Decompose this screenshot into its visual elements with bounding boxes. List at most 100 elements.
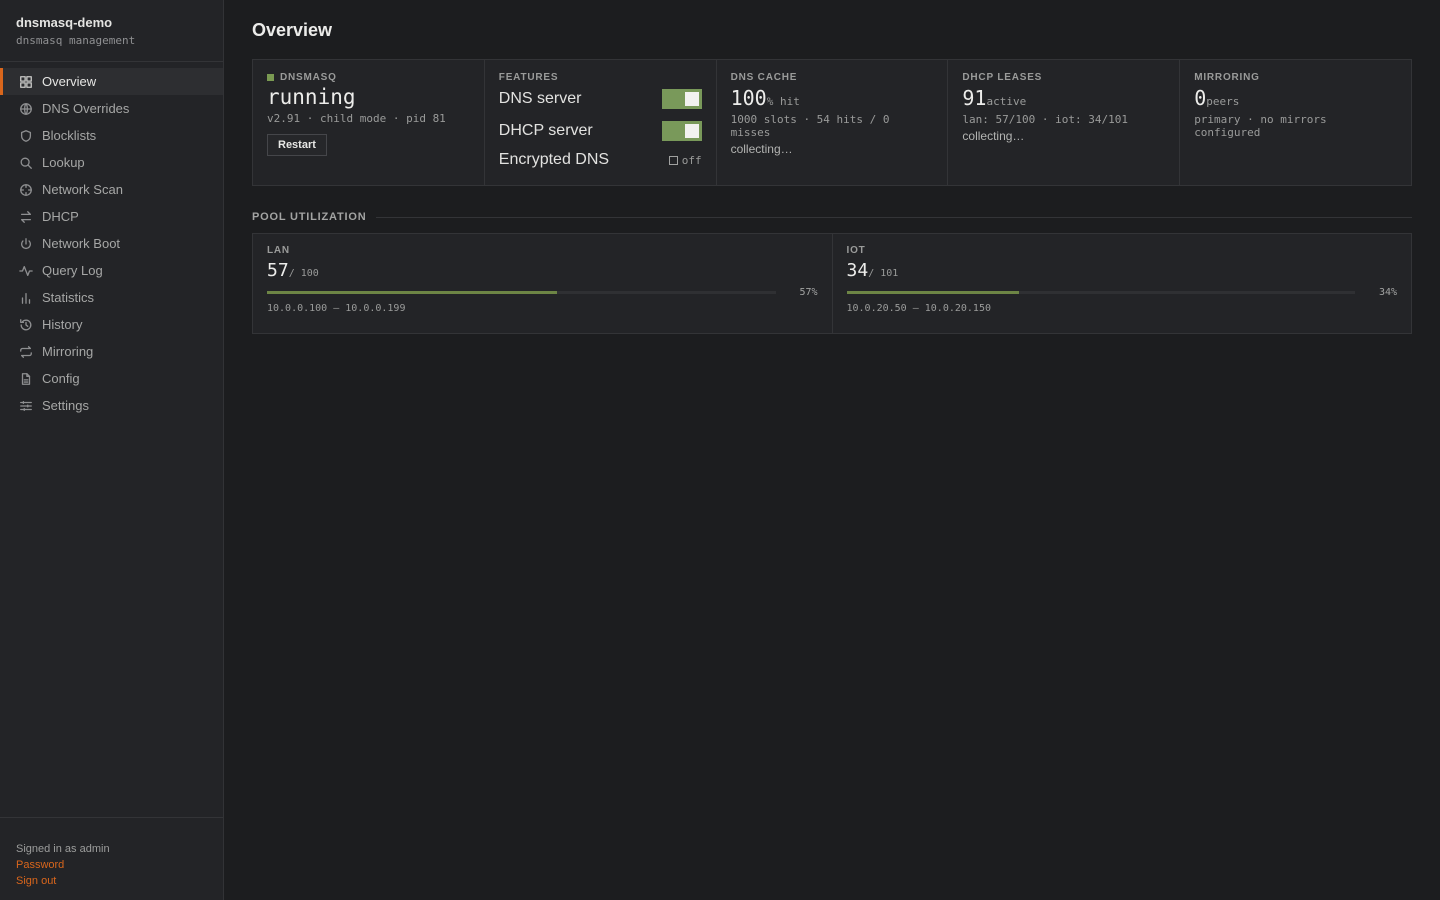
sidebar-item-overview[interactable]: Overview — [0, 68, 223, 95]
dns-cache-value: 100 — [730, 86, 767, 110]
pool-percent: 57% — [799, 286, 818, 298]
sidebar-item-label: Lookup — [42, 155, 85, 170]
sidebar-item-config[interactable]: Config — [0, 365, 223, 392]
pool-progress-bar — [267, 290, 776, 294]
shield-icon — [18, 128, 34, 144]
feature-label: DHCP server — [498, 122, 593, 139]
feature-dns-server: DNS server — [499, 86, 702, 112]
brand-name: dnsmasq-demo — [16, 15, 113, 30]
pool-bar-row: 57% — [267, 285, 818, 299]
toggle-state-label: off — [681, 153, 702, 167]
pool-bar-row: 34% — [846, 285, 1397, 299]
pool-used: 57 — [267, 260, 289, 281]
signed-in-text: Signed in as admin — [16, 843, 110, 855]
search-icon — [18, 155, 34, 171]
pool-total: / 100 — [288, 268, 319, 279]
sidebar-item-lookup[interactable]: Lookup — [0, 149, 223, 176]
pool-label: LAN — [267, 245, 290, 256]
toggle-knob — [684, 124, 699, 138]
mirroring-card: MIRRORING 0peers primary · no mirrors co… — [1180, 60, 1411, 185]
pool-lan: LAN 57/ 100 57% 10.0.0.100 – 10.0.0.199 — [253, 234, 833, 333]
dns-cache-value-row: 100% hit — [731, 86, 934, 110]
sidebar-item-label: Overview — [42, 74, 97, 89]
sign-out-link[interactable]: Sign out — [16, 873, 207, 889]
mirroring-unit: peers — [1206, 95, 1240, 108]
toggle-knob — [684, 92, 699, 106]
file-icon — [18, 371, 34, 387]
section-title: POOL UTILIZATION — [252, 211, 367, 223]
dns-cache-card: DNS CACHE 100% hit 1000 slots · 54 hits … — [717, 60, 949, 185]
sidebar-item-label: DHCP — [42, 209, 79, 224]
sidebar-item-dhcp[interactable]: DHCP — [0, 203, 223, 230]
sidebar-item-network-scan[interactable]: Network Scan — [0, 176, 223, 203]
dnsmasq-card: DNSMASQ running v2.91 · child mode · pid… — [253, 60, 485, 185]
grid-icon — [18, 74, 34, 90]
mirroring-value-row: 0peers — [1194, 86, 1397, 110]
section-divider — [376, 216, 1412, 218]
sidebar-item-settings[interactable]: Settings — [0, 392, 223, 419]
features-card-label: FEATURES — [498, 71, 559, 83]
mirroring-value: 0 — [1194, 86, 1207, 110]
sidebar: dnsmasq-demo dnsmasq management Overview… — [0, 0, 224, 900]
sidebar-item-query-log[interactable]: Query Log — [0, 257, 223, 284]
encrypted-dns-toggle[interactable]: off — [668, 153, 702, 167]
pool-count: 57/ 100 — [267, 260, 818, 281]
dhcp-leases-meta: lan: 57/100 · iot: 34/101 — [962, 113, 1128, 126]
sidebar-item-dns-overrides[interactable]: DNS Overrides — [0, 95, 223, 122]
bar-chart-icon — [18, 290, 34, 306]
sidebar-item-blocklists[interactable]: Blocklists — [0, 122, 223, 149]
dns-server-toggle[interactable] — [661, 89, 702, 109]
globe-icon — [18, 101, 34, 117]
pool-total: / 101 — [868, 268, 899, 279]
pool-iot: IOT 34/ 101 34% 10.0.20.50 – 10.0.20.150 — [833, 234, 1412, 333]
dhcp-leases-note: collecting… — [962, 129, 1025, 143]
sidebar-item-label: Blocklists — [42, 128, 97, 143]
crosshair-icon — [18, 182, 34, 198]
sidebar-item-statistics[interactable]: Statistics — [0, 284, 223, 311]
feature-label: DNS server — [498, 90, 582, 107]
history-icon — [18, 317, 34, 333]
arrows-icon — [18, 209, 34, 225]
sidebar-item-history[interactable]: History — [0, 311, 223, 338]
sidebar-nav: Overview DNS Overrides Blocklists Lookup… — [0, 62, 223, 419]
sidebar-item-label: Query Log — [42, 263, 103, 278]
pool-range: 10.0.20.50 – 10.0.20.150 — [846, 303, 992, 314]
password-link[interactable]: Password — [16, 857, 207, 873]
pool-progress-fill — [267, 290, 557, 294]
sidebar-item-label: Statistics — [42, 290, 95, 305]
sidebar-item-network-boot[interactable]: Network Boot — [0, 230, 223, 257]
sliders-icon — [18, 398, 34, 414]
dhcp-leases-card: DHCP LEASES 91active lan: 57/100 · iot: … — [948, 60, 1181, 185]
dns-cache-unit: % hit — [766, 95, 800, 108]
dns-cache-meta: 1000 slots · 54 hits / 0 misses — [730, 113, 890, 139]
mirroring-meta: primary · no mirrors configured — [1194, 113, 1327, 139]
brand-subtitle: dnsmasq management — [16, 34, 136, 47]
sidebar-item-label: Mirroring — [42, 344, 94, 359]
dhcp-server-toggle[interactable] — [661, 121, 702, 141]
dnsmasq-status: running — [267, 85, 356, 109]
pool-count: 34/ 101 — [847, 260, 1398, 281]
restart-button[interactable]: Restart — [267, 134, 327, 156]
dhcp-leases-unit: active — [986, 95, 1027, 108]
dnsmasq-card-label: DNSMASQ — [267, 71, 470, 83]
sidebar-item-label: Settings — [42, 398, 89, 413]
sidebar-item-mirroring[interactable]: Mirroring — [0, 338, 223, 365]
status-indicator-icon — [267, 73, 274, 81]
dhcp-leases-card-label: DHCP LEASES — [962, 71, 1043, 83]
mirroring-card-label: MIRRORING — [1194, 71, 1260, 83]
sidebar-item-label: DNS Overrides — [42, 101, 130, 116]
summary-cards: DNSMASQ running v2.91 · child mode · pid… — [252, 59, 1412, 186]
dnsmasq-meta: v2.91 · child mode · pid 81 — [267, 112, 446, 125]
features-card: FEATURES DNS server DHCP server Encrypte… — [485, 60, 717, 185]
pool-utilization-panel: LAN 57/ 100 57% 10.0.0.100 – 10.0.0.199 … — [252, 233, 1412, 334]
pool-used: 34 — [846, 260, 869, 281]
sidebar-footer: Signed in as admin Password Sign out — [0, 817, 223, 900]
feature-encrypted-dns: Encrypted DNS off — [499, 148, 702, 172]
feature-dhcp-server: DHCP server — [499, 118, 702, 144]
repeat-icon — [18, 344, 34, 360]
pool-utilization-header: POOL UTILIZATION — [252, 210, 1412, 224]
pool-progress-fill — [846, 290, 1020, 294]
feature-label: Encrypted DNS — [498, 151, 610, 168]
sidebar-item-label: Config — [42, 371, 80, 386]
brand: dnsmasq-demo dnsmasq management — [0, 0, 223, 62]
